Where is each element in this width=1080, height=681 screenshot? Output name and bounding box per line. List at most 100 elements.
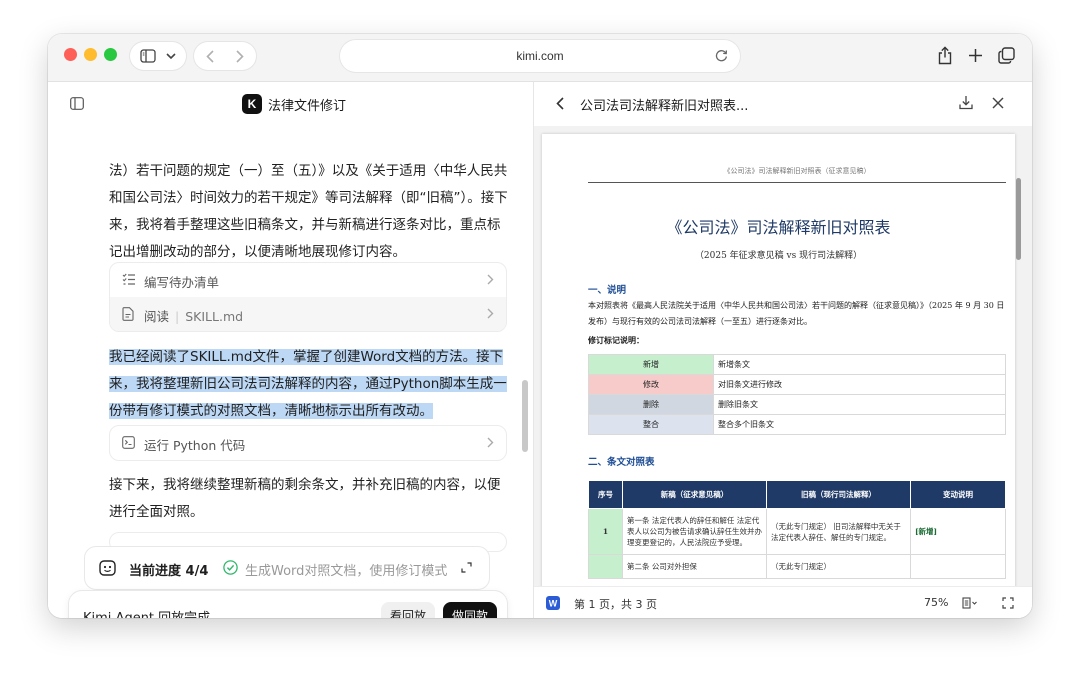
kimi-logo: K: [242, 94, 262, 114]
back-arrow-icon[interactable]: [556, 97, 564, 110]
file-icon: [122, 307, 134, 321]
page-indicator: 第 1 页，共 3 页: [574, 598, 657, 611]
chevron-right-icon: [487, 274, 494, 285]
file-name: SKILL.md: [185, 309, 244, 324]
fullscreen-icon[interactable]: [1002, 597, 1014, 609]
agent-status: Kimi Agent 回放完成: [83, 607, 210, 618]
browser-toolbar: kimi.com: [48, 34, 1032, 82]
browser-window: kimi.com K 法律文件修订 法）若干问题的规定（一）至（五）》以及《关于…: [48, 34, 1032, 618]
terminal-icon: [122, 436, 135, 449]
tool-call-todo[interactable]: 编写待办清单: [110, 263, 506, 297]
tool-call-label: 运行 Python 代码: [144, 438, 246, 453]
progress-card[interactable]: 当前进度 4/4 生成Word对照文档，使用修订模式: [84, 546, 490, 590]
legend-key: 修改: [588, 374, 714, 395]
tab-overview-button[interactable]: [998, 47, 1015, 64]
document-preview-panel: 公司法司法解释新旧对照表... 《公司法》司法解释新旧对照表（征求意见稿） 《公…: [534, 82, 1032, 618]
row-number: 1: [588, 508, 623, 555]
tool-call-label: 阅读 | SKILL.md: [144, 309, 244, 324]
page-view-icon[interactable]: [962, 597, 978, 609]
sidebar-toggle-button[interactable]: [130, 42, 186, 70]
table-row: 第二条 公司对外担保 （无此专门规定）: [588, 554, 1006, 579]
page-header: 《公司法》司法解释新旧对照表（征求意见稿）: [588, 166, 1006, 183]
new-text-cell: 第一条 法定代表人的辞任和解任 法定代表人以公司为被告请求确认辞任生效并办理变更…: [622, 508, 767, 555]
tool-call-group: 编写待办清单 阅读 | SKILL.md: [109, 262, 507, 332]
old-text-cell: （无此专门规定）: [766, 554, 911, 579]
tool-call-read[interactable]: 阅读 | SKILL.md: [110, 297, 506, 331]
share-button[interactable]: [937, 46, 953, 65]
document-heading: 《公司法》司法解释新旧对照表: [666, 218, 891, 237]
back-button[interactable]: [206, 50, 214, 63]
legend-row: 新增 新增条文: [588, 354, 1006, 375]
tool-call-label: 编写待办清单: [144, 275, 220, 290]
section-heading: 一、说明: [588, 285, 627, 296]
section-heading: 二、条文对照表: [588, 457, 655, 468]
column-header: 序号: [588, 480, 623, 509]
zoom-window-button[interactable]: [104, 48, 117, 61]
message-paragraph: 接下来，我将继续整理新稿的剩余条文，并补充旧稿的内容，以便进行全面对照。: [109, 477, 501, 520]
chat-panel: K 法律文件修订 法）若干问题的规定（一）至（五）》以及《关于适用〈中华人民共和…: [48, 82, 533, 618]
legend-row: 修改 对旧条文进行修改: [588, 374, 1006, 395]
progress-label: 当前进度 4/4: [129, 564, 209, 579]
document-page: 《公司法》司法解释新旧对照表（征求意见稿） 《公司法》司法解释新旧对照表 （20…: [542, 134, 1015, 586]
document-title: 公司法司法解释新旧对照表...: [580, 99, 749, 114]
close-window-button[interactable]: [64, 48, 77, 61]
expand-icon[interactable]: [461, 562, 472, 573]
chat-scrollbar[interactable]: [522, 380, 528, 452]
legend-row: 整合 整合多个旧条文: [588, 414, 1006, 435]
reload-icon[interactable]: [715, 49, 728, 62]
legend-desc: 整合多个旧条文: [713, 414, 1006, 435]
new-text-cell: 第二条 公司对外担保: [622, 554, 767, 579]
svg-text:W: W: [549, 599, 558, 609]
sidebar-icon: [140, 49, 156, 63]
document-header: 公司法司法解释新旧对照表...: [534, 82, 1032, 126]
old-text-cell: （无此专门规定） 旧司法解释中无关于法定代表人辞任、解任的专门规定。: [766, 508, 911, 555]
document-status-bar: W 第 1 页，共 3 页 75%: [534, 586, 1032, 618]
new-tab-button[interactable]: [968, 48, 983, 63]
tool-call-group: 运行 Python 代码: [109, 425, 507, 461]
make-same-button[interactable]: 做同款: [443, 602, 497, 618]
column-header: 变动说明: [910, 480, 1006, 509]
chevron-right-icon: [487, 437, 494, 448]
legend-table: 新增 新增条文 修改 对旧条文进行修改 删除 删除旧条文 整合 整合多个旧条文: [588, 354, 1006, 435]
legend-key: 整合: [588, 414, 714, 435]
url-text: kimi.com: [516, 49, 564, 63]
sidebar-toggle-icon[interactable]: [70, 97, 84, 110]
agent-replay-card: Kimi Agent 回放完成 看回放 做同款: [68, 590, 508, 618]
legend-key: 删除: [588, 394, 714, 415]
vertical-scrollbar[interactable]: [1016, 178, 1021, 260]
address-bar[interactable]: kimi.com: [340, 40, 740, 72]
comparison-table: 序号 新稿（征求意见稿） 旧稿（现行司法解释） 变动说明 1 第一条 法定代表人…: [588, 480, 1006, 579]
download-icon[interactable]: [959, 95, 973, 110]
check-circle-icon: [223, 560, 238, 575]
history-nav: [194, 42, 256, 70]
legend-desc: 删除旧条文: [713, 394, 1006, 415]
column-header: 新稿（征求意见稿）: [622, 480, 767, 509]
progress-icon: [99, 560, 116, 576]
legend-key: 新增: [588, 354, 714, 375]
legend-row: 删除 删除旧条文: [588, 394, 1006, 415]
table-header-row: 序号 新稿（征求意见稿） 旧稿（现行司法解释） 变动说明: [588, 480, 1006, 509]
change-cell: [910, 554, 1006, 579]
chat-title: 法律文件修订: [268, 99, 347, 114]
chat-header: K 法律文件修订: [48, 82, 533, 126]
intro-paragraph: 本对照表将《最高人民法院关于适用〈中华人民共和国公司法〉若干问题的解释（征求意见…: [588, 301, 1005, 326]
progress-task: 生成Word对照文档，使用修订模式: [245, 564, 448, 579]
column-header: 旧稿（现行司法解释）: [766, 480, 911, 509]
chevron-down-icon: [166, 52, 176, 60]
message-paragraph: 法）若干问题的规定（一）至（五）》以及《关于适用〈中华人民共和国公司法〉时间效力…: [109, 163, 508, 260]
word-icon: W: [546, 596, 560, 610]
document-viewport[interactable]: 《公司法》司法解释新旧对照表（征求意见稿） 《公司法》司法解释新旧对照表 （20…: [534, 126, 1032, 586]
legend-desc: 对旧条文进行修改: [713, 374, 1006, 395]
replay-button[interactable]: 看回放: [381, 602, 435, 618]
change-cell: [新增]: [910, 508, 1006, 555]
legend-title: 修订标记说明：: [588, 335, 644, 345]
tool-call-python[interactable]: 运行 Python 代码: [110, 426, 506, 460]
zoom-level[interactable]: 75%: [924, 596, 948, 609]
minimize-window-button[interactable]: [84, 48, 97, 61]
row-number: [588, 554, 623, 579]
close-icon[interactable]: [992, 97, 1004, 109]
document-subtitle: （2025 年征求意见稿 vs 现行司法解释）: [694, 251, 863, 261]
chevron-right-icon: [487, 308, 494, 319]
checklist-icon: [122, 273, 136, 286]
forward-button[interactable]: [236, 50, 244, 63]
